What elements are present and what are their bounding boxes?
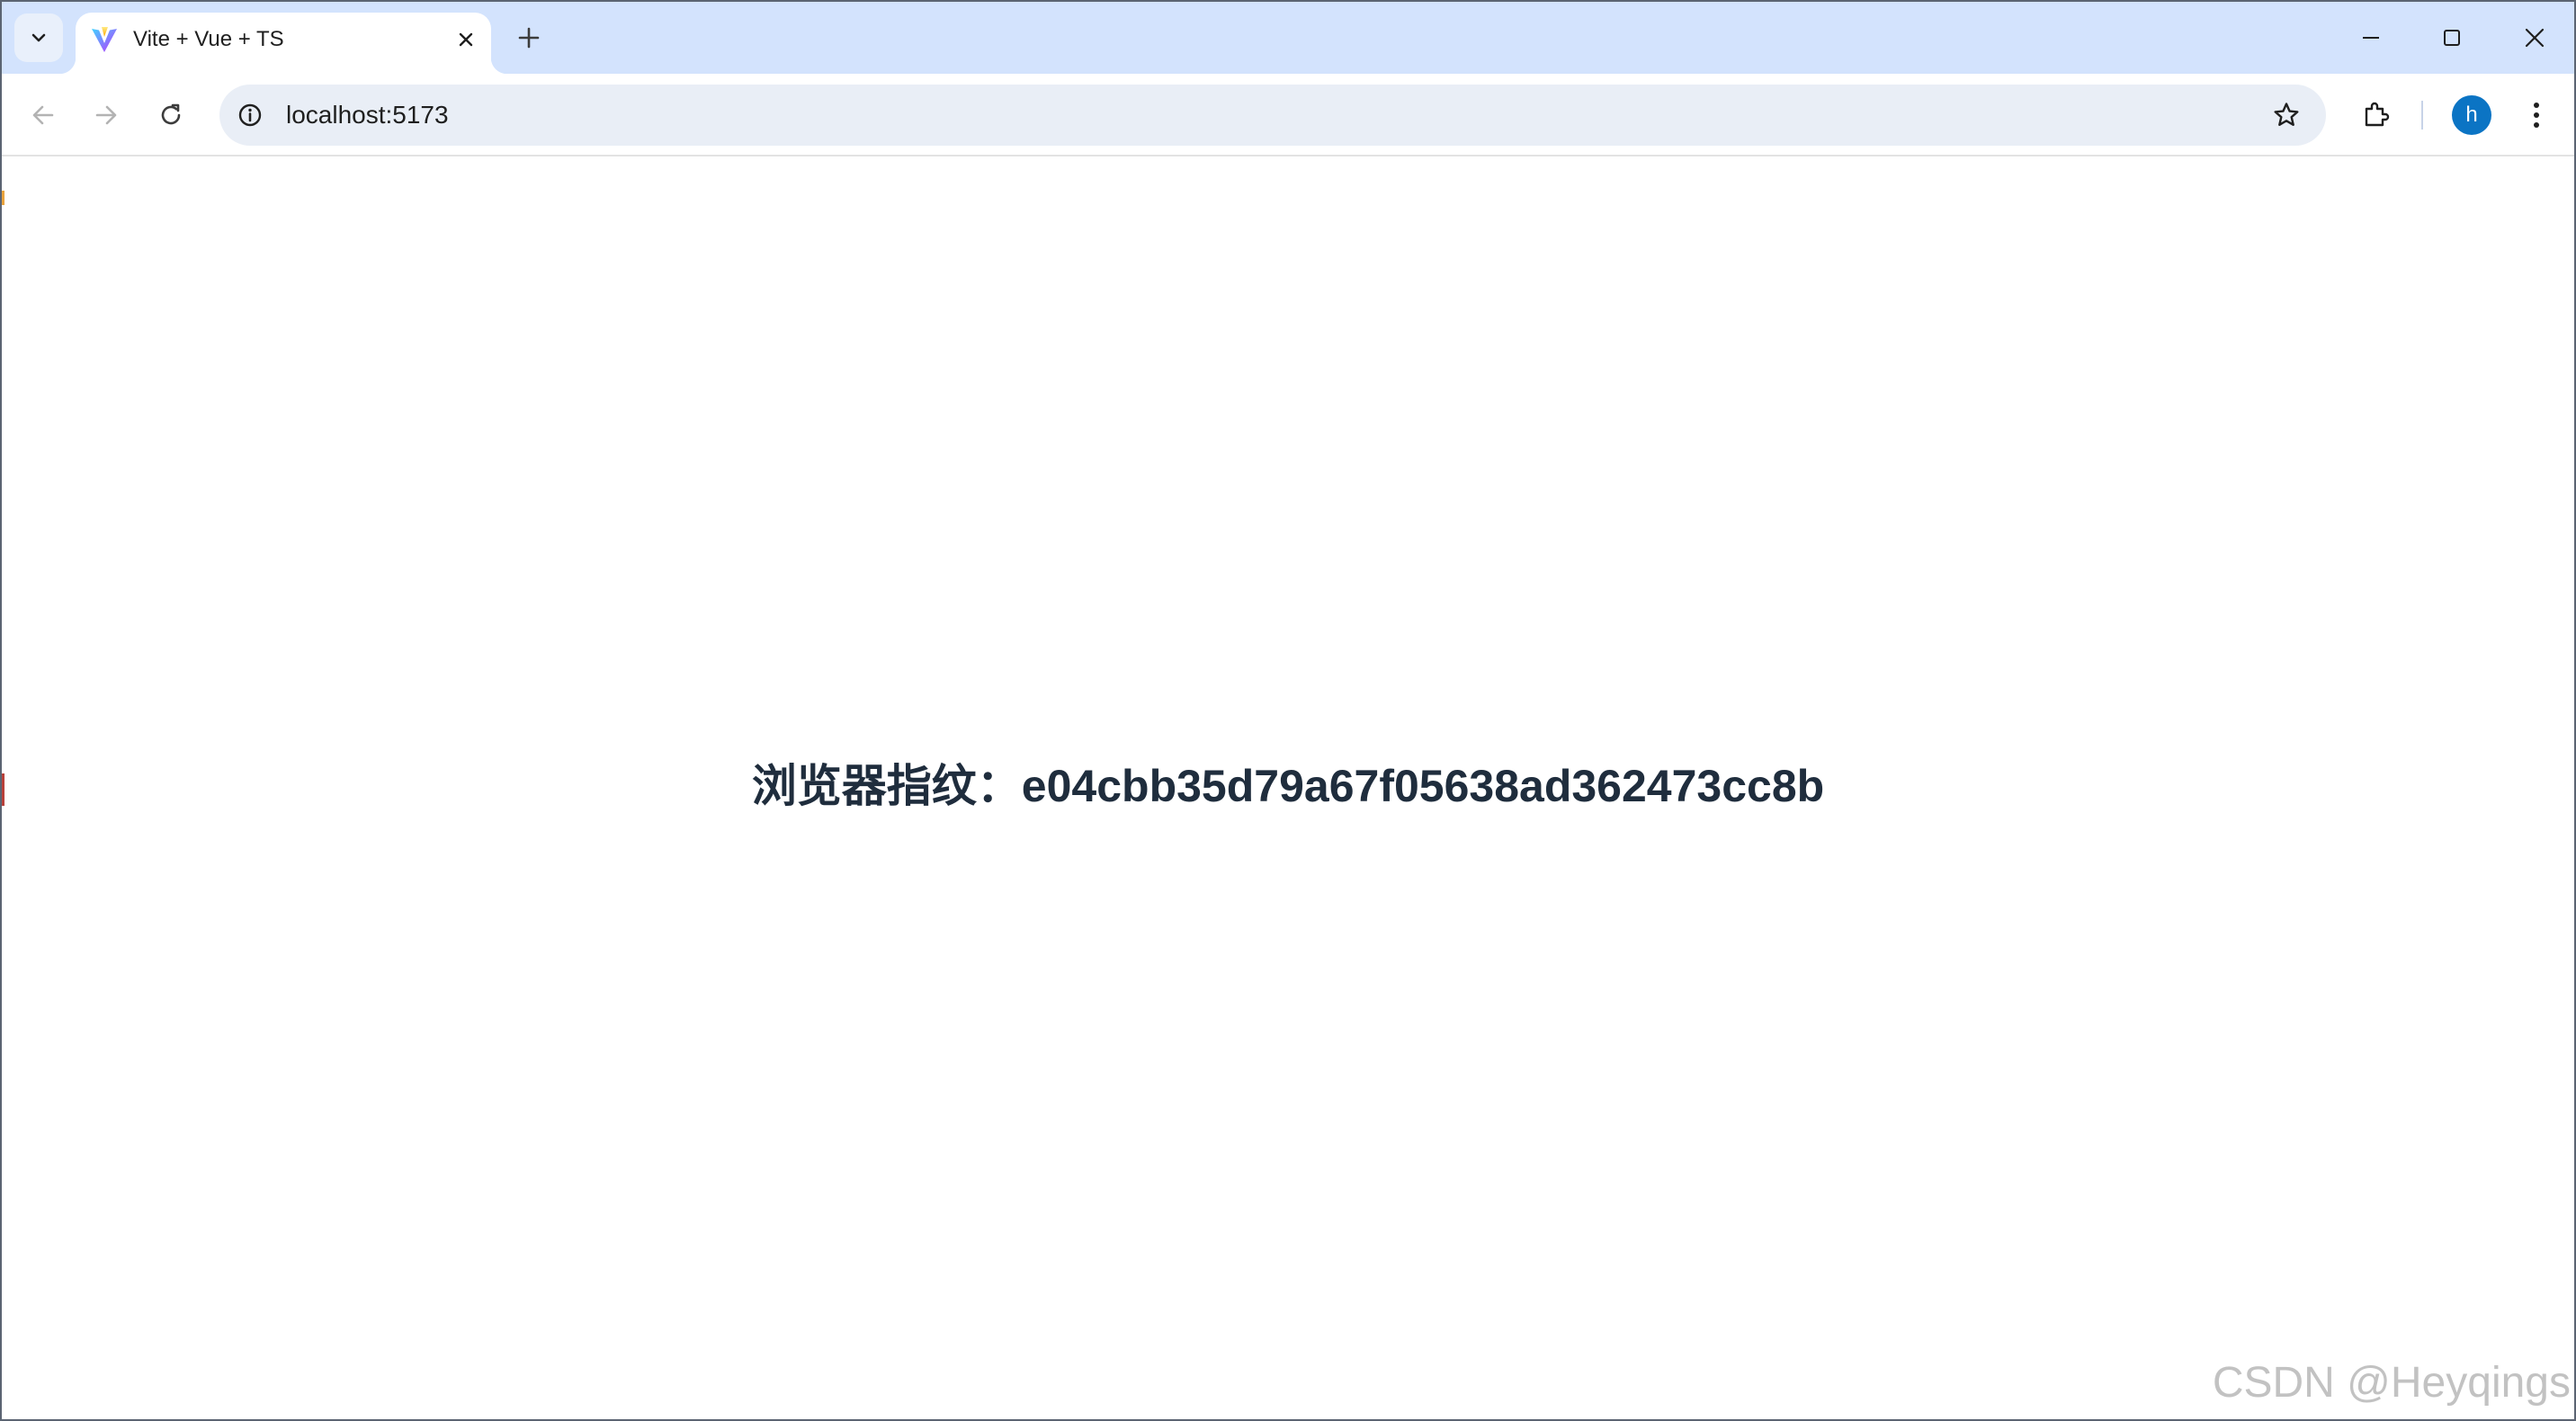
arrow-right-icon bbox=[95, 105, 117, 125]
reload-icon bbox=[161, 103, 181, 125]
browser-menu-button[interactable] bbox=[2513, 92, 2560, 139]
extensions-button[interactable] bbox=[2353, 92, 2400, 139]
page-viewport: 浏览器指纹：e04cbb35d79a67f05638ad362473cc8b C… bbox=[2, 156, 2574, 1419]
browser-toolbar: localhost:5173 h bbox=[2, 74, 2574, 156]
info-icon bbox=[238, 103, 262, 127]
fingerprint-heading: 浏览器指纹：e04cbb35d79a67f05638ad362473cc8b bbox=[751, 761, 1825, 811]
back-button[interactable] bbox=[20, 92, 67, 139]
maximize-icon bbox=[2444, 30, 2460, 46]
desktop-edge-mark bbox=[2, 191, 4, 205]
reload-button[interactable] bbox=[148, 92, 194, 139]
close-icon bbox=[2525, 28, 2545, 48]
desktop-edge-mark bbox=[2, 773, 4, 806]
toolbar-divider bbox=[2421, 101, 2423, 130]
forward-button[interactable] bbox=[83, 92, 130, 139]
tab-search-button[interactable] bbox=[14, 13, 63, 62]
vite-logo-icon bbox=[92, 27, 117, 52]
chevron-down-icon bbox=[31, 33, 46, 42]
minimize-button[interactable] bbox=[2344, 11, 2398, 65]
minimize-icon bbox=[2363, 37, 2379, 39]
puzzle-icon bbox=[2365, 102, 2390, 127]
kebab-menu-icon bbox=[2534, 103, 2539, 128]
tab-active[interactable]: Vite + Vue + TS bbox=[59, 13, 507, 74]
plus-icon bbox=[518, 27, 540, 49]
tab-close-button[interactable] bbox=[452, 25, 480, 54]
browser-window: Vite + Vue + TS localhost:5173 h 浏览器指纹：e… bbox=[0, 0, 2576, 1421]
tab-title: Vite + Vue + TS bbox=[133, 27, 284, 51]
star-icon bbox=[2274, 103, 2299, 126]
csdn-watermark: CSDN @Heyqings bbox=[2212, 1359, 2571, 1407]
site-info-button[interactable] bbox=[236, 101, 264, 130]
address-bar[interactable]: localhost:5173 bbox=[219, 85, 2326, 146]
new-tab-button[interactable] bbox=[511, 20, 547, 56]
bookmark-button[interactable] bbox=[2270, 99, 2303, 131]
profile-avatar[interactable]: h bbox=[2452, 95, 2491, 135]
url-text: localhost:5173 bbox=[286, 101, 449, 129]
maximize-button[interactable] bbox=[2425, 11, 2479, 65]
close-icon bbox=[459, 32, 473, 47]
tab-strip: Vite + Vue + TS bbox=[2, 2, 2574, 74]
close-window-button[interactable] bbox=[2508, 11, 2562, 65]
arrow-left-icon bbox=[32, 105, 54, 125]
